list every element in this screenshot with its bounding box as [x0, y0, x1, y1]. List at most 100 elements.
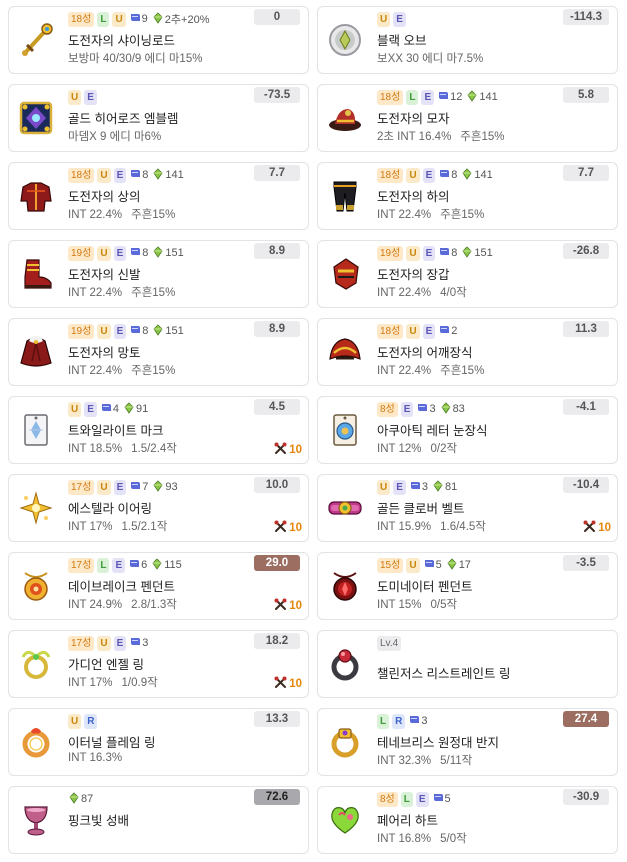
item-name: 도전자의 장갑 [377, 268, 450, 282]
item-tags: 17성 U E 7 93 [68, 479, 182, 495]
scroll-icon [416, 402, 429, 417]
score-badge: 4.5 [254, 399, 300, 415]
item-name: 도전자의 어깨장식 [377, 346, 473, 360]
lucky-count: 10 [289, 522, 302, 534]
unique-potential-badge: U [68, 713, 82, 729]
top-icon [17, 177, 55, 215]
epic-additional-badge: E [421, 89, 435, 105]
item-tags: U E 3 81 [377, 479, 461, 495]
item-name: 도전자의 모자 [377, 112, 450, 126]
gem-icon [152, 245, 165, 261]
gem-icon [466, 89, 479, 105]
stat-text: 2초 INT 16.4% [377, 131, 452, 143]
score-badge: 18.2 [254, 633, 300, 649]
flame-value: 17 [458, 559, 471, 571]
lucky-item-indicator: 10 [274, 598, 302, 614]
unique-potential-badge: U [406, 557, 420, 573]
epic-additional-badge: E [112, 557, 126, 573]
flame-stat: 151 [461, 245, 493, 261]
shining-rod-icon [17, 21, 55, 59]
item-stats: INT 22.4% 4/0작 [377, 284, 467, 300]
bottom-icon [326, 177, 364, 215]
item-tags: 8성 L E 5 [377, 791, 455, 807]
item-stats: 보방마 40/30/9 에디 마15% [68, 50, 202, 66]
stat-text: INT 15% [377, 599, 422, 611]
equipment-card[interactable]: Lv.4 챌린저스 리스트레인트 링 [317, 630, 618, 698]
equipment-card[interactable]: U E 3 81 골든 클로버 벨트 INT 15.9% 1.6/4.5작 -10.4 10 [317, 474, 618, 542]
item-stats: 2초 INT 16.4% 주흔15% [377, 128, 504, 144]
gem-icon [68, 791, 81, 807]
equipment-card[interactable]: 8성 L E 5 페어리 하트 INT 16.8% 5/0작 -30.9 [317, 786, 618, 854]
epic-additional-badge: E [84, 89, 97, 105]
cape-icon [17, 333, 55, 371]
item-tags: 17성 U E 3 [68, 635, 152, 651]
scroll-upgrade: 3 [408, 714, 427, 729]
epic-additional-badge: E [113, 479, 127, 495]
equipment-card[interactable]: 18성 U E 2 도전자의 어깨장식 INT 22.4% 주흔15% 11.3 [317, 318, 618, 386]
equipment-card[interactable]: 8성 E 3 83 아쿠아틱 레터 눈장식 INT 12% 0/2작 -4.1 [317, 396, 618, 464]
flame-value: 151 [165, 247, 184, 259]
gem-icon [151, 557, 164, 573]
flame-stat: 87 [68, 791, 94, 807]
equipment-card[interactable]: 17성 U E 3 가디언 엔젤 링 INT 17% 1/0.9작 18.2 10 [8, 630, 309, 698]
unique-potential-badge: U [68, 401, 82, 417]
item-tags: 87 [68, 791, 97, 807]
starforce-badge: 18성 [377, 167, 404, 183]
scroll-count: 8 [142, 169, 149, 181]
equipment-card[interactable]: 18성 U E 8 141 도전자의 하의 INT 22.4% 주흔15% 7.7 [317, 162, 618, 230]
flame-value: 87 [81, 793, 94, 805]
equipment-card[interactable]: 15성 U 5 17 도미네이터 펜던트 INT 15% 0/5작 -3.5 [317, 552, 618, 620]
item-name: 챌린저스 리스트레인트 링 [377, 667, 511, 681]
equipment-card[interactable]: 17성 U E 7 93 에스텔라 이어링 INT 17% 1.5/2.1작 10.0 10 [8, 474, 309, 542]
scroll-icon [129, 168, 142, 183]
equipment-card[interactable]: 19성 U E 8 151 도전자의 장갑 INT 22.4% 4/0작 -26.8 [317, 240, 618, 308]
scroll-icon [438, 168, 451, 183]
equipment-card[interactable]: U E 골드 히어로즈 엠블렘 마뎀X 9 에디 마6% -73.5 [8, 84, 309, 152]
equipment-card[interactable]: 17성 L E 6 115 데이브레이크 펜던트 INT 24.9% 2.8/1.3작 29.0… [8, 552, 309, 620]
unique-potential-badge: U [97, 635, 111, 651]
item-name: 페어리 하트 [377, 814, 438, 828]
equipment-grid: 18성 L U 9 2추+20% 도전자의 샤이닝로드 보방마 40/30/9 에디 마15… [0, 0, 627, 862]
stat-text: 주흔15% [131, 287, 176, 299]
scroll-upgrade: 8 [438, 168, 457, 183]
unique-potential-badge: U [112, 11, 126, 27]
score-badge: -3.5 [563, 555, 609, 571]
legendary-potential-badge: L [377, 713, 390, 729]
scroll-icon [408, 714, 421, 729]
equipment-card[interactable]: 19성 U E 8 151 도전자의 망토 INT 22.4% 주흔15% 8.9 [8, 318, 309, 386]
equipment-card[interactable]: 18성 L E 12 141 도전자의 모자 2초 INT 16.4% 주흔15% 5.8 [317, 84, 618, 152]
item-tags: 8성 E 3 83 [377, 401, 469, 417]
scroll-count: 8 [451, 247, 458, 259]
item-stats: INT 18.5% 1.5/2.4작 [68, 440, 177, 456]
equipment-card[interactable]: L R 3 테네브리스 원정대 반지 INT 32.3% 5/11작 27.4 [317, 708, 618, 776]
starforce-badge: 19성 [68, 323, 95, 339]
unique-potential-badge: U [97, 479, 111, 495]
stat-text: INT 32.3% [377, 755, 432, 767]
clover-belt-icon [326, 489, 364, 527]
legendary-potential-badge: L [400, 791, 413, 807]
crossed-tools-icon [274, 520, 289, 536]
stat-text: INT 18.5% [68, 443, 123, 455]
scroll-upgrade: 8 [129, 246, 148, 261]
aquatic-eye-icon [326, 411, 364, 449]
item-tags: 19성 U E 8 151 [377, 245, 497, 261]
equipment-card[interactable]: 18성 U E 8 141 도전자의 상의 INT 22.4% 주흔15% 7.7 [8, 162, 309, 230]
score-badge: 8.9 [254, 243, 300, 259]
scroll-count: 8 [142, 247, 149, 259]
item-tags: UE [377, 11, 409, 27]
equipment-card[interactable]: U R 이터널 플레임 링 INT 16.3% 13.3 [8, 708, 309, 776]
scroll-upgrade: 12 [437, 90, 462, 105]
scroll-count: 12 [450, 91, 463, 103]
starforce-badge: 17성 [68, 635, 95, 651]
equipment-card[interactable]: 87 핑크빛 성배 72.6 [8, 786, 309, 854]
scroll-upgrade: 3 [416, 402, 436, 417]
scroll-upgrade: 8 [438, 246, 457, 261]
item-stats: INT 17% 1.5/2.1작 [68, 518, 167, 534]
flame-stat: 141 [461, 167, 493, 183]
scroll-icon [129, 246, 142, 261]
gem-icon [152, 323, 165, 339]
equipment-card[interactable]: 19성 U E 8 151 도전자의 신발 INT 22.4% 주흔15% 8.9 [8, 240, 309, 308]
equipment-card[interactable]: 18성 L U 9 2추+20% 도전자의 샤이닝로드 보방마 40/30/9 에디 마15… [8, 6, 309, 74]
equipment-card[interactable]: U E 블랙 오브 보XX 30 에디 마7.5% -114.3 [317, 6, 618, 74]
equipment-card[interactable]: U E 4 91 트와일라이트 마크 INT 18.5% 1.5/2.4작 4.5 10 [8, 396, 309, 464]
